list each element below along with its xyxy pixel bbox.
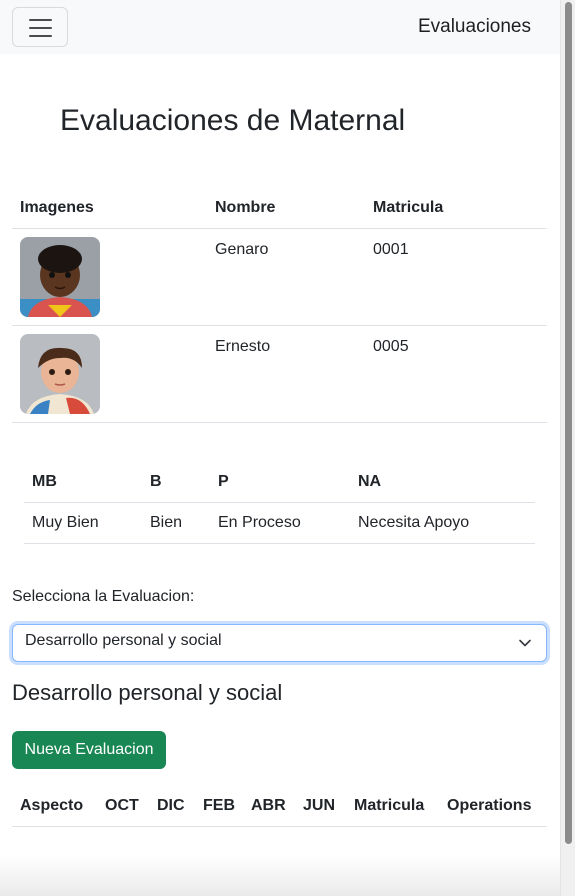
student-matricula: 0005 (365, 325, 547, 423)
page: Evaluaciones Evaluaciones de Maternal Im… (0, 0, 560, 896)
legend-value-mb: Muy Bien (24, 502, 142, 544)
legend-header-na: NA (350, 462, 535, 503)
legend-header-mb: MB (24, 462, 142, 503)
legend-header-p: P (210, 462, 350, 503)
evaluations-table: Aspecto OCT DIC FEB ABR JUN Matricula Op… (12, 786, 547, 827)
legend-header-b: B (142, 462, 210, 503)
table-header-row: Aspecto OCT DIC FEB ABR JUN Matricula Op… (12, 786, 547, 827)
table-row: Genaro 0001 (12, 228, 547, 326)
navbar-brand[interactable]: Evaluaciones (418, 16, 531, 38)
student-image-cell (12, 228, 207, 326)
table-header-row: Imagenes Nombre Matricula (12, 188, 547, 229)
child-portrait-genaro (20, 236, 100, 317)
table-row: Ernesto 0005 (12, 325, 547, 423)
grading-legend-table: MB B P NA Muy Bien Bien En Proceso Neces… (24, 462, 535, 544)
evaluation-select-value: Desarrollo personal y social (25, 632, 222, 649)
column-header-matricula: Matricula (365, 188, 547, 229)
column-header-matricula: Matricula (346, 786, 439, 827)
student-image-cell (12, 325, 207, 423)
chevron-down-icon (519, 639, 531, 647)
child-portrait-ernesto (20, 333, 100, 414)
table-row: Muy Bien Bien En Proceso Necesita Apoyo (24, 502, 535, 544)
student-name: Genaro (207, 228, 365, 326)
scrollbar-thumb[interactable] (565, 2, 572, 844)
legend-value-na: Necesita Apoyo (350, 502, 535, 544)
page-title: Evaluaciones de Maternal (60, 104, 406, 137)
navbar: Evaluaciones (0, 0, 560, 54)
column-header-abr: ABR (243, 786, 295, 827)
column-header-oct: OCT (97, 786, 149, 827)
student-name: Ernesto (207, 325, 365, 423)
bottom-fade (0, 856, 560, 896)
section-title: Desarrollo personal y social (12, 680, 283, 705)
column-header-operations: Operations (439, 786, 547, 827)
legend-value-b: Bien (142, 502, 210, 544)
column-header-aspecto: Aspecto (12, 786, 97, 827)
column-header-nombre: Nombre (207, 188, 365, 229)
evaluation-select-label: Selecciona la Evaluacion: (12, 588, 195, 605)
column-header-dic: DIC (149, 786, 195, 827)
column-header-feb: FEB (195, 786, 243, 827)
navbar-toggler-button[interactable] (12, 7, 68, 47)
vertical-scrollbar[interactable] (560, 0, 575, 896)
students-table: Imagenes Nombre Matricula Genaro 0001 Er… (12, 188, 547, 423)
evaluation-select[interactable]: Desarrollo personal y social (12, 624, 547, 662)
column-header-jun: JUN (295, 786, 346, 827)
legend-value-p: En Proceso (210, 502, 350, 544)
column-header-imagenes: Imagenes (12, 188, 207, 229)
new-evaluation-button[interactable]: Nueva Evaluacion (12, 731, 166, 769)
student-matricula: 0001 (365, 228, 547, 326)
table-header-row: MB B P NA (24, 462, 535, 503)
